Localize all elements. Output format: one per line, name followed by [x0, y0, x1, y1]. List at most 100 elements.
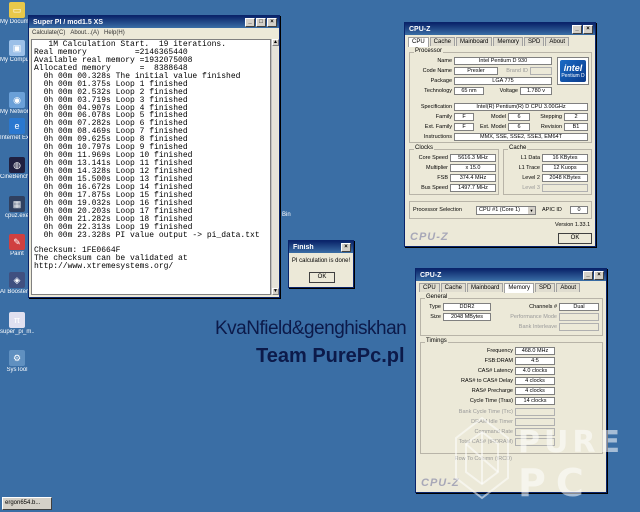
output-line: http://www.xtremesystems.org/ [34, 262, 174, 272]
ok-button[interactable]: OK [558, 233, 592, 244]
minimize-button[interactable]: _ [572, 24, 582, 34]
tab-memory[interactable]: Memory [493, 37, 524, 46]
tab-mainboard[interactable]: Mainboard [456, 37, 493, 46]
channels-label: Channels # [529, 304, 557, 310]
watermark-bottom: PC [518, 461, 594, 505]
desktop-icon[interactable]: π super_pi_m... [0, 312, 34, 336]
tab-mainboard[interactable]: Mainboard [467, 283, 504, 292]
scroll-down-icon[interactable]: ▼ [272, 288, 279, 295]
tab-cpu[interactable]: CPU [408, 37, 429, 47]
tab-memory[interactable]: Memory [504, 283, 535, 293]
clocks-title: Clocks [414, 145, 435, 151]
taskbar-item[interactable]: ergon654.b... [2, 497, 52, 510]
general-title: General [425, 294, 449, 300]
brandid-label: Brand ID [506, 68, 528, 74]
cpuz-titlebar[interactable]: CPU-Z _ × [416, 269, 606, 281]
l1data-value: 16 KBytes [542, 154, 588, 162]
extmodel-value: 6 [508, 123, 530, 131]
codename-label: Code Name [422, 68, 452, 74]
desktop-icon-label: SysTool [6, 367, 28, 373]
logo-brand: intel [563, 63, 583, 73]
extfamily-label: Ext. Family [424, 124, 452, 130]
clocks-panel: Clocks Core Speed 5616.3 MHz Multiplier … [409, 145, 499, 195]
tab-about[interactable]: About [556, 283, 581, 292]
superpi-scrollbar[interactable]: ▲ ▼ [271, 39, 279, 295]
tab-spd[interactable]: SPD [524, 37, 545, 46]
finish-titlebar[interactable]: Finish × [289, 241, 353, 253]
menu-about[interactable]: About...(A) [70, 30, 99, 36]
menu-calculate[interactable]: Calculate(C) [32, 30, 65, 36]
cache-panel: Cache L1 Data 16 KBytes L1 Trace 12 Kuop… [503, 145, 592, 195]
superpi-titlebar[interactable]: Super PI / mod1.5 XS _ □ × [29, 16, 279, 28]
scroll-up-icon[interactable]: ▲ [272, 39, 279, 46]
size-value: 2048 MBytes [443, 313, 491, 321]
finish-title: Finish [293, 243, 314, 251]
cinebench-icon: ◍ [9, 157, 25, 173]
superpi-menubar: Calculate(C) About...(A) Help(H) [29, 28, 279, 38]
instructions-value: MMX, SSE, SSE2, SSE3, EM64T [454, 133, 588, 141]
timings-title: Timings [425, 338, 448, 344]
specification-label: Specification [420, 104, 452, 110]
multiplier-label: Multiplier [425, 165, 448, 171]
revision-label: Revision [540, 124, 562, 130]
cas-label: CAS# Latency [477, 368, 513, 374]
busspeed-value: 1497.7 MHz [450, 184, 496, 192]
perfmode-value [559, 313, 599, 321]
superpi-window: Super PI / mod1.5 XS _ □ × Calculate(C) … [28, 15, 280, 298]
busspeed-label: Bus Speed [421, 185, 448, 191]
l1trace-value: 12 Kuops [542, 164, 588, 172]
booster-icon: ◈ [9, 272, 25, 288]
purepc-watermark: PURE PC [455, 416, 624, 505]
processor-title: Processor [414, 48, 444, 54]
corespeed-label: Core Speed [418, 155, 448, 161]
gear-icon: ⚙ [9, 350, 25, 366]
extmodel-label: Ext. Model [480, 124, 506, 130]
superpi-icon: π [9, 312, 25, 328]
cache-title: Cache [508, 145, 528, 151]
output-line: 0h 00m 23.328s PI value output -> pi_dat… [34, 230, 260, 240]
general-panel: General Type DDR2 Channels # Dual Size 2… [420, 294, 603, 336]
frequency-label: Frequency [487, 348, 513, 354]
cpuz-icon: ▦ [9, 196, 25, 212]
minimize-button[interactable]: _ [245, 17, 255, 27]
fsb-value: 374.4 MHz [450, 174, 496, 182]
cpuz-cpu-window: CPU-Z _ × CPU Cache Mainboard Memory SPD… [404, 22, 596, 247]
technology-value: 65 nm [454, 87, 484, 95]
processor-panel: Processor Name Intel Pentium D 930 Code … [409, 48, 592, 143]
close-button[interactable]: × [583, 24, 593, 34]
fsbdram-value: 4:5 [515, 357, 555, 365]
recycle-bin-label[interactable]: Bin [282, 212, 291, 218]
type-value: DDR2 [443, 303, 491, 311]
close-button[interactable]: × [267, 17, 277, 27]
apicid-label: APIC ID [542, 207, 562, 213]
finish-message: PI calculation is done! [291, 258, 351, 264]
desktop-icon[interactable]: ⚙ SysTool [0, 350, 34, 374]
ok-button[interactable]: OK [309, 272, 335, 283]
name-value: Intel Pentium D 930 [454, 57, 552, 65]
cpuz-title: CPU-Z [420, 271, 442, 279]
cpuz-brand: CPU-Z [410, 231, 449, 243]
tab-cache[interactable]: Cache [429, 37, 456, 46]
level2-value: 2048 KBytes [542, 174, 588, 182]
tab-spd[interactable]: SPD [535, 283, 556, 292]
watermark-top: PURE [518, 425, 624, 460]
tab-cache[interactable]: Cache [440, 283, 467, 292]
cpuz-title: CPU-Z [409, 25, 431, 33]
channels-value: Dual [559, 303, 599, 311]
l1trace-label: L1 Trace [518, 165, 540, 171]
extfamily-value: F [454, 123, 474, 131]
close-button[interactable]: × [594, 270, 604, 280]
cpuz-titlebar[interactable]: CPU-Z _ × [405, 23, 595, 35]
cpuz-tabs: CPU Cache Mainboard Memory SPD About [405, 35, 595, 47]
processor-select[interactable]: CPU #1 (Core 1) ▼ [476, 206, 536, 215]
minimize-button[interactable]: _ [583, 270, 593, 280]
maximize-button[interactable]: □ [256, 17, 266, 27]
size-label: Size [430, 314, 441, 320]
tab-cpu[interactable]: CPU [419, 283, 440, 292]
type-label: Type [429, 304, 441, 310]
close-button[interactable]: × [341, 242, 351, 252]
tab-about[interactable]: About [545, 37, 570, 46]
bankinter-label: Bank Interleave [518, 324, 557, 330]
fsb-label: FSB [437, 175, 448, 181]
menu-help[interactable]: Help(H) [104, 30, 125, 36]
